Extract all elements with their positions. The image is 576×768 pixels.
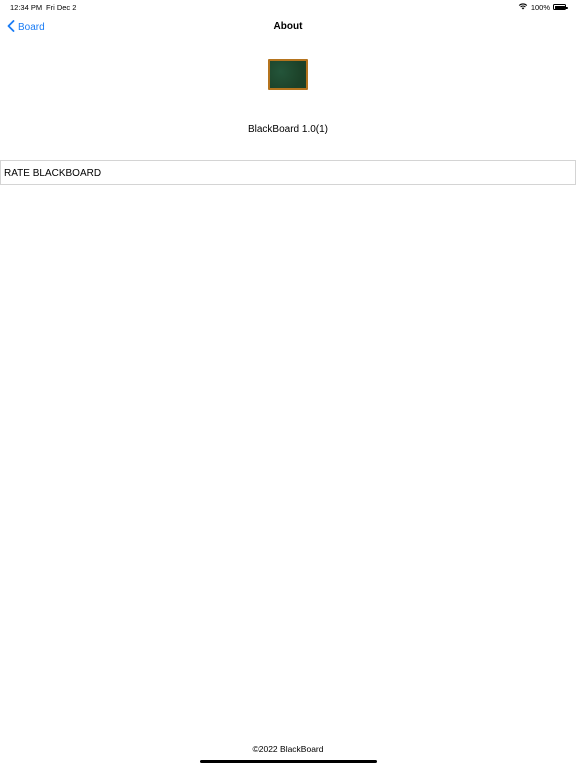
status-bar: 12:34 PM Fri Dec 2 100% [0,0,576,16]
home-indicator[interactable] [200,760,377,763]
rate-blackboard-label: RATE BLACKBOARD [4,168,102,179]
status-indicators: 100% [518,2,568,12]
battery-percent: 100% [530,2,550,12]
status-date: Fri Dec 2 [46,3,77,12]
app-version-label: BlackBoard 1.0(1) [247,124,329,135]
battery-icon [553,4,568,10]
copyright-text: ©2022 BlackBoard [252,744,324,754]
page-title: About [273,21,303,32]
rate-blackboard-button[interactable]: RATE BLACKBOARD [0,160,576,185]
status-time: 12:34 PM [10,3,43,12]
navigation-bar: Board About [0,16,576,40]
wifi-icon [518,2,528,12]
blackboard-app-icon [268,59,308,90]
blackboard-surface [270,61,306,88]
